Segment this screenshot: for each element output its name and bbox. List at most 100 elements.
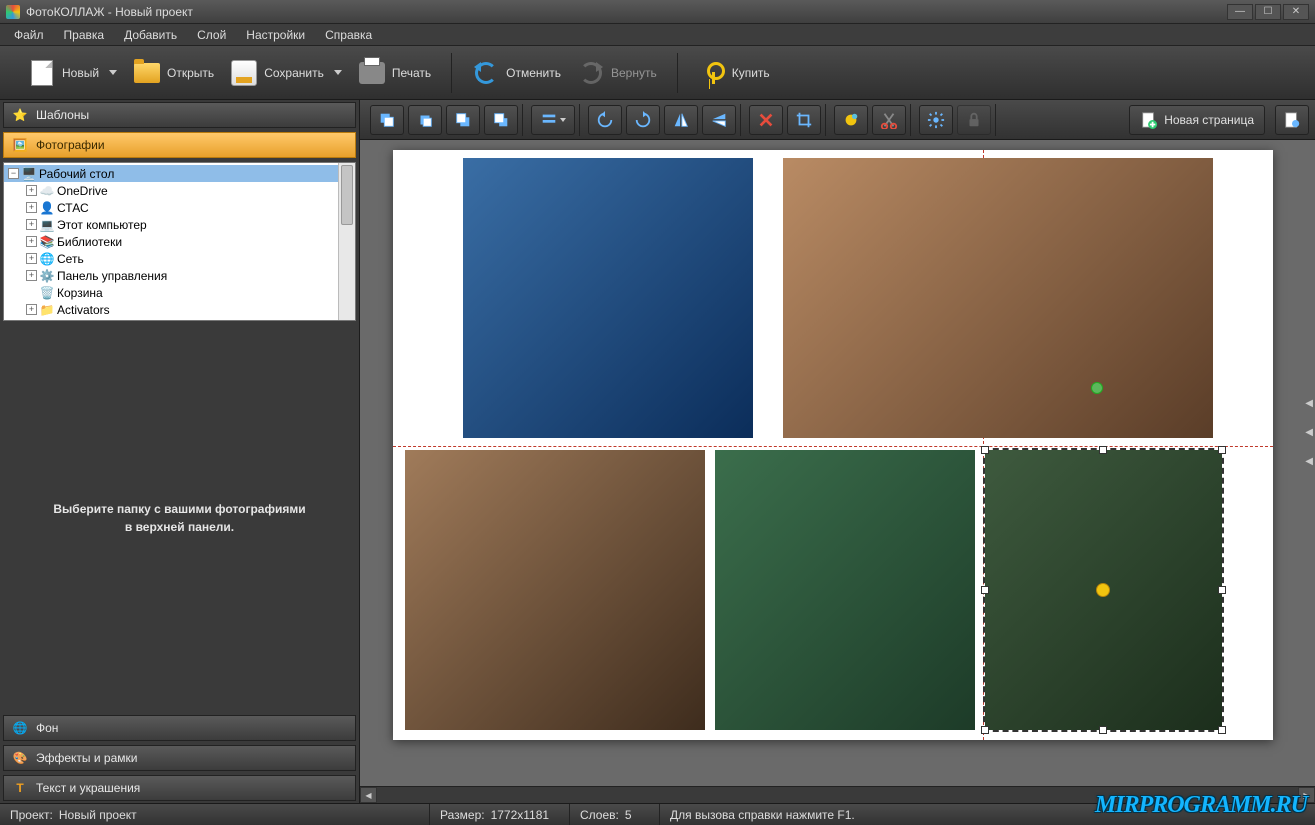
menu-help[interactable]: Справка [315,26,382,44]
collapse-arrow-icon[interactable]: ◀ [1305,456,1313,467]
key-icon [698,59,726,87]
tree-item[interactable]: +📁Activators [4,301,338,318]
sidebar-tab-text[interactable]: T Текст и украшения [3,775,356,801]
collapse-arrow-icon[interactable]: ◀ [1305,427,1313,438]
canvas-area: Новая страница [360,100,1315,803]
menu-edit[interactable]: Правка [54,26,115,44]
menu-settings[interactable]: Настройки [236,26,315,44]
photo-5-selected[interactable] [985,450,1222,730]
tree-item[interactable]: 🗑️Корзина [4,284,338,301]
open-button[interactable]: Открыть [125,55,222,91]
flip-vertical-button[interactable] [702,105,736,135]
panel-icon: ⚙️ [39,269,55,283]
photo-2[interactable] [783,158,1213,438]
rotate-right-button[interactable] [626,105,660,135]
menu-file[interactable]: Файл [4,26,54,44]
guide-horizontal[interactable] [393,446,1273,447]
send-back-button[interactable] [484,105,518,135]
status-size-key: Размер: [440,808,485,822]
collage-page[interactable] [393,150,1273,740]
tree-item[interactable]: +👤СТАС [4,199,338,216]
center-handle[interactable] [1096,583,1110,597]
resize-handle-s[interactable] [1099,726,1107,734]
photo-1[interactable] [463,158,753,438]
expand-icon[interactable]: + [26,202,37,213]
window-title: ФотоКОЛЛАЖ - Новый проект [26,5,193,19]
resize-handle-ne[interactable] [1218,446,1226,454]
tree-item-label: OneDrive [57,184,108,198]
tree-scrollbar[interactable] [338,163,355,320]
bring-front-button[interactable] [370,105,404,135]
expand-icon[interactable]: + [26,236,37,247]
buy-button[interactable]: Купить [690,55,778,91]
expand-icon[interactable]: + [26,253,37,264]
tree-item[interactable]: +📚Библиотеки [4,233,338,250]
new-page-button[interactable]: Новая страница [1129,105,1265,135]
lock-button[interactable] [957,105,991,135]
new-button[interactable]: Новый [20,55,125,91]
send-backward-button[interactable] [446,105,480,135]
redo-icon [577,59,605,87]
collapse-icon[interactable]: − [8,168,19,179]
chevron-down-icon [109,70,117,75]
resize-handle-w[interactable] [981,586,989,594]
flip-horizontal-button[interactable] [664,105,698,135]
page-settings-button[interactable] [1275,105,1309,135]
cloud-icon: ☁️ [39,184,55,198]
tree-item[interactable]: +☁️OneDrive [4,182,338,199]
sidebar-tab-templates[interactable]: ⭐ Шаблоны [3,102,356,128]
status-size-value: 1772x1181 [491,808,550,822]
resize-handle-sw[interactable] [981,726,989,734]
minimize-button[interactable]: — [1227,4,1253,20]
tree-item[interactable]: −🖥️Рабочий стол [4,165,338,182]
expand-icon[interactable]: + [26,185,37,196]
printer-icon [358,59,386,87]
photo-4[interactable] [715,450,975,730]
undo-icon [472,59,500,87]
expand-icon[interactable]: + [26,270,37,281]
scroll-left-button[interactable]: ◀ [360,787,377,803]
rotation-handle[interactable] [1091,382,1103,394]
tree-item[interactable]: +⚙️Панель управления [4,267,338,284]
resize-handle-e[interactable] [1218,586,1226,594]
save-button[interactable]: Сохранить [222,55,350,91]
status-project-key: Проект: [10,808,53,822]
redo-button[interactable]: Вернуть [569,55,665,91]
copy-button[interactable] [834,105,868,135]
delete-button[interactable] [749,105,783,135]
align-button[interactable] [531,105,575,135]
sidebar-tab-effects[interactable]: 🎨 Эффекты и рамки [3,745,356,771]
right-side-handles: ◀ ◀ ◀ [1305,398,1313,467]
close-button[interactable]: ✕ [1283,4,1309,20]
canvas-viewport[interactable]: ◀ ◀ ◀ [360,140,1315,786]
tree-item[interactable]: +🌐Сеть [4,250,338,267]
settings-button[interactable] [919,105,953,135]
folder-tree: −🖥️Рабочий стол+☁️OneDrive+👤СТАС+💻Этот к… [3,162,356,321]
resize-handle-se[interactable] [1218,726,1226,734]
crop-button[interactable] [787,105,821,135]
scroll-track[interactable] [377,787,1298,803]
rotate-left-button[interactable] [588,105,622,135]
resize-handle-nw[interactable] [981,446,989,454]
menu-layer[interactable]: Слой [187,26,236,44]
print-button[interactable]: Печать [350,55,439,91]
expand-icon[interactable]: + [26,219,37,230]
cut-button[interactable] [872,105,906,135]
tree-item[interactable]: +💻Этот компьютер [4,216,338,233]
undo-button[interactable]: Отменить [464,55,569,91]
folder-icon [133,59,161,87]
expand-icon[interactable]: + [26,304,37,315]
sidebar-tab-photos[interactable]: 🖼️ Фотографии [3,132,356,158]
horizontal-scrollbar[interactable]: ◀ ▶ [360,786,1315,803]
menu-add[interactable]: Добавить [114,26,187,44]
photo-3[interactable] [405,450,705,730]
maximize-button[interactable]: ☐ [1255,4,1281,20]
bring-forward-button[interactable] [408,105,442,135]
resize-handle-n[interactable] [1099,446,1107,454]
scroll-right-button[interactable]: ▶ [1298,787,1315,803]
status-help-text: Для вызова справки нажмите F1. [670,808,855,822]
sidebar-tab-background[interactable]: 🌐 Фон [3,715,356,741]
collapse-arrow-icon[interactable]: ◀ [1305,398,1313,409]
lib-icon: 📚 [39,235,55,249]
file-icon [28,59,56,87]
